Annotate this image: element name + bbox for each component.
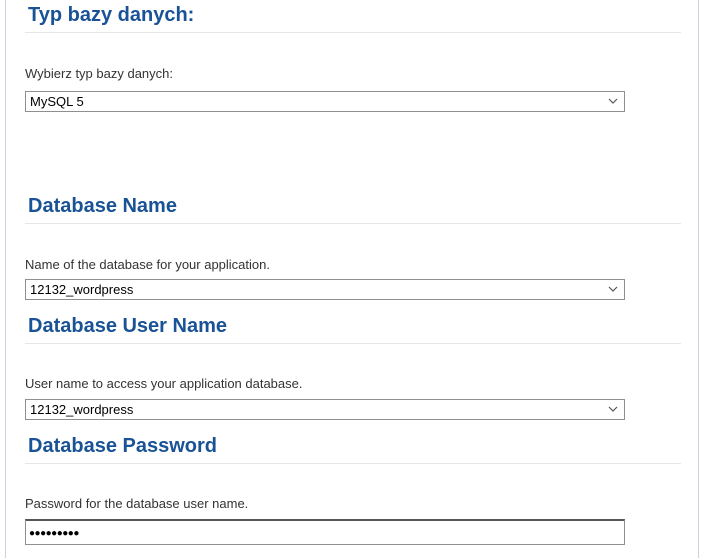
db-name-section: Database Name Name of the database for y… <box>25 194 681 304</box>
db-user-selected-value: 12132_wordpress <box>30 402 134 417</box>
db-name-select[interactable]: 12132_wordpress <box>25 279 625 300</box>
chevron-down-icon <box>608 98 618 104</box>
chevron-down-icon <box>608 286 618 292</box>
db-password-section: Database Password Password for the datab… <box>25 434 681 549</box>
db-type-selected-value: MySQL 5 <box>30 94 84 109</box>
db-password-input[interactable]: ●●●●●●●●● <box>25 519 625 545</box>
db-type-select[interactable]: MySQL 5 <box>25 91 625 112</box>
db-name-selected-value: 12132_wordpress <box>30 282 134 297</box>
chevron-down-icon <box>608 406 618 412</box>
db-user-heading: Database User Name <box>25 314 681 344</box>
db-name-heading: Database Name <box>25 194 681 224</box>
db-user-section: Database User Name User name to access y… <box>25 314 681 424</box>
db-type-label: Wybierz typ bazy danych: <box>25 66 174 81</box>
db-name-label: Name of the database for your applicatio… <box>25 257 270 272</box>
db-type-heading: Typ bazy danych: <box>25 3 681 33</box>
db-password-masked-value: ●●●●●●●●● <box>29 528 79 539</box>
db-user-label: User name to access your application dat… <box>25 376 303 391</box>
db-password-label: Password for the database user name. <box>25 496 249 511</box>
db-type-section: Typ bazy danych: Wybierz typ bazy danych… <box>25 3 681 113</box>
db-user-select[interactable]: 12132_wordpress <box>25 399 625 420</box>
db-password-heading: Database Password <box>25 434 681 464</box>
